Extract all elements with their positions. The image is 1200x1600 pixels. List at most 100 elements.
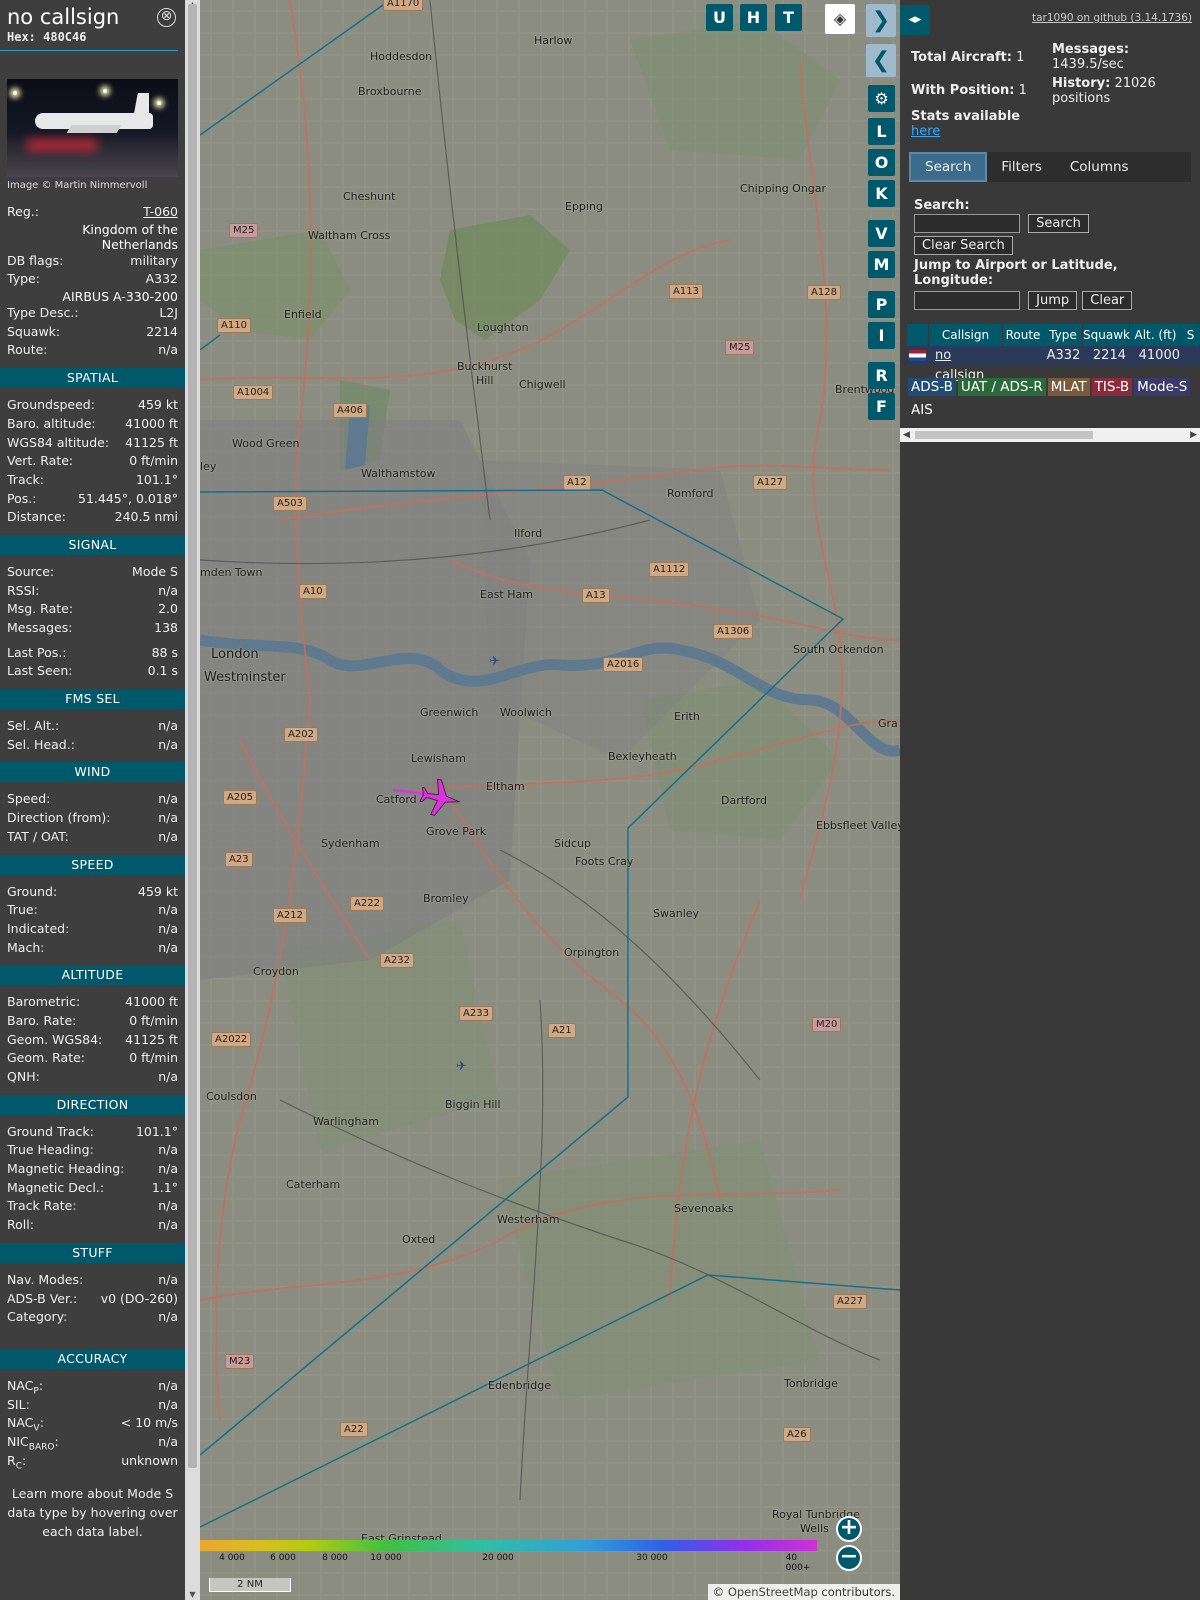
- detail-label: Baro. Rate:: [7, 1012, 77, 1028]
- button-i[interactable]: I: [868, 322, 895, 349]
- jump-button[interactable]: Jump: [1028, 291, 1078, 310]
- button-p[interactable]: P: [868, 291, 895, 318]
- road-label: A128: [807, 285, 841, 300]
- button-l[interactable]: L: [868, 118, 895, 145]
- section-header-stuff: STUFF: [0, 1242, 185, 1263]
- detail-value: n/a: [158, 1069, 178, 1084]
- sidebar-toggle-button[interactable]: ◂▸: [900, 5, 930, 35]
- button-r[interactable]: R: [868, 362, 895, 389]
- detail-label: Route:: [7, 342, 48, 358]
- button-k[interactable]: K: [868, 180, 895, 207]
- button-t[interactable]: T: [775, 4, 802, 31]
- tab-columns[interactable]: Columns: [1056, 152, 1143, 182]
- aircraft-photo[interactable]: [7, 79, 178, 177]
- col-altitude[interactable]: Alt. (ft): [1130, 324, 1182, 346]
- search-button[interactable]: Search: [1028, 214, 1089, 233]
- detail-label: Messages:: [7, 620, 73, 635]
- total-aircraft: Total Aircraft: 1: [911, 50, 1025, 65]
- detail-label: Last Seen:: [7, 663, 73, 679]
- stats-link[interactable]: here: [911, 124, 940, 139]
- next-aircraft-button[interactable]: ❯: [866, 4, 896, 37]
- place-label: Biggin Hill: [445, 1098, 501, 1111]
- svg-text:✈: ✈: [489, 654, 500, 669]
- openstreetmap-link[interactable]: OpenStreetMap: [728, 1585, 818, 1599]
- button-m[interactable]: M: [868, 251, 895, 278]
- detail-label: TAT / OAT:: [7, 828, 69, 844]
- place-label: Tonbridge: [784, 1377, 838, 1390]
- table-row[interactable]: no callsign A332 2214 41000: [907, 346, 1200, 383]
- detail-value: n/a: [158, 1161, 178, 1177]
- detail-value: Kingdom of the Netherlands: [82, 221, 178, 252]
- place-label: Broxbourne: [358, 85, 422, 98]
- col-callsign[interactable]: Callsign: [929, 324, 1003, 346]
- source-badge: TIS-B: [1091, 378, 1133, 396]
- place-label: Hill: [476, 374, 494, 387]
- road-label: M25: [229, 223, 259, 238]
- detail-value: Mode S: [132, 563, 178, 579]
- place-label: Catford: [376, 793, 417, 806]
- section-header-speed: SPEED: [0, 854, 185, 875]
- detail-value: n/a: [158, 1271, 178, 1287]
- legend-tick: 4 000: [219, 1553, 245, 1563]
- panel-scrollbar[interactable]: ▲ ▼: [185, 0, 200, 1600]
- col-route[interactable]: Route: [1003, 324, 1044, 346]
- place-label: East Ham: [480, 588, 533, 601]
- map[interactable]: ✈ ✈ Harlow Hoddesdon Broxbourne Cheshunt Wal…: [200, 0, 900, 1600]
- road-label: A1170: [383, 0, 424, 11]
- row-type: A332: [1046, 348, 1081, 363]
- detail-label: Type Desc.:: [7, 305, 79, 321]
- row-altitude: 41000: [1138, 348, 1180, 363]
- clear-search-button[interactable]: Clear Search: [914, 236, 1013, 255]
- zoom-out-button[interactable]: −: [836, 1545, 862, 1571]
- col-squawk[interactable]: Squawk: [1083, 324, 1130, 346]
- legend-tick: 10 000: [370, 1553, 402, 1563]
- detail-value: n/a: [158, 1309, 178, 1325]
- github-link[interactable]: tar1090 on github (3.14.1736): [1032, 12, 1192, 24]
- detail-row: RSSI: n/a: [0, 582, 185, 601]
- place-label: Erith: [674, 710, 700, 723]
- detail-value: n/a: [158, 1198, 178, 1214]
- detail-label: Speed:: [7, 791, 51, 807]
- registration-link[interactable]: T-060: [143, 203, 178, 222]
- button-f[interactable]: F: [868, 393, 895, 420]
- road-label: A127: [753, 475, 787, 490]
- road-label: A1004: [233, 385, 274, 400]
- layers-icon[interactable]: ◈: [825, 4, 855, 34]
- prev-aircraft-button[interactable]: ❮: [866, 44, 896, 77]
- clear-button[interactable]: Clear: [1082, 291, 1133, 310]
- detail-row: Nav. Modes: n/a: [0, 1271, 185, 1290]
- tab-search[interactable]: Search: [909, 152, 988, 182]
- button-h[interactable]: H: [740, 4, 767, 31]
- col-s[interactable]: S: [1182, 324, 1200, 346]
- detail-value: 0 ft/min: [129, 453, 178, 469]
- row-callsign[interactable]: no callsign: [929, 346, 1003, 383]
- button-v[interactable]: V: [868, 220, 895, 247]
- road-label: A1112: [649, 562, 690, 577]
- detail-row: Msg. Rate: 2.0: [0, 600, 185, 619]
- tab-filters[interactable]: Filters: [987, 152, 1055, 182]
- place-label: Walthamstow: [361, 467, 436, 480]
- settings-icon[interactable]: ⚙: [868, 85, 895, 112]
- zoom-in-button[interactable]: +: [836, 1516, 862, 1542]
- detail-label: Indicated:: [7, 920, 70, 936]
- section-header-accuracy: ACCURACY: [0, 1348, 185, 1369]
- button-u[interactable]: U: [706, 4, 733, 31]
- aircraft-table: Callsign Route Type Squawk Alt. (ft) S n…: [907, 324, 1200, 383]
- jump-input[interactable]: [914, 291, 1020, 310]
- table-scrollbar[interactable]: ◀ ▶: [900, 428, 1200, 442]
- col-type[interactable]: Type: [1044, 324, 1083, 346]
- detail-row: Category: n/a: [0, 1308, 185, 1327]
- place-label: Greenwich: [420, 706, 479, 719]
- detail-value: n/a: [158, 828, 178, 844]
- button-o[interactable]: O: [868, 149, 895, 176]
- place-label: Wood Green: [232, 437, 300, 450]
- place-label: Ebbsfleet Valley: [816, 819, 900, 832]
- detail-label: ADS-B Ver.:: [7, 1290, 78, 1306]
- legend-tick: 6 000: [270, 1553, 296, 1563]
- search-input[interactable]: [914, 214, 1020, 233]
- place-label: Woolwich: [500, 706, 552, 719]
- detail-row: SIL: n/a: [0, 1396, 185, 1415]
- road-label: A113: [669, 284, 703, 299]
- road-label: A1306: [713, 624, 754, 639]
- close-icon[interactable]: ⊗: [157, 8, 176, 27]
